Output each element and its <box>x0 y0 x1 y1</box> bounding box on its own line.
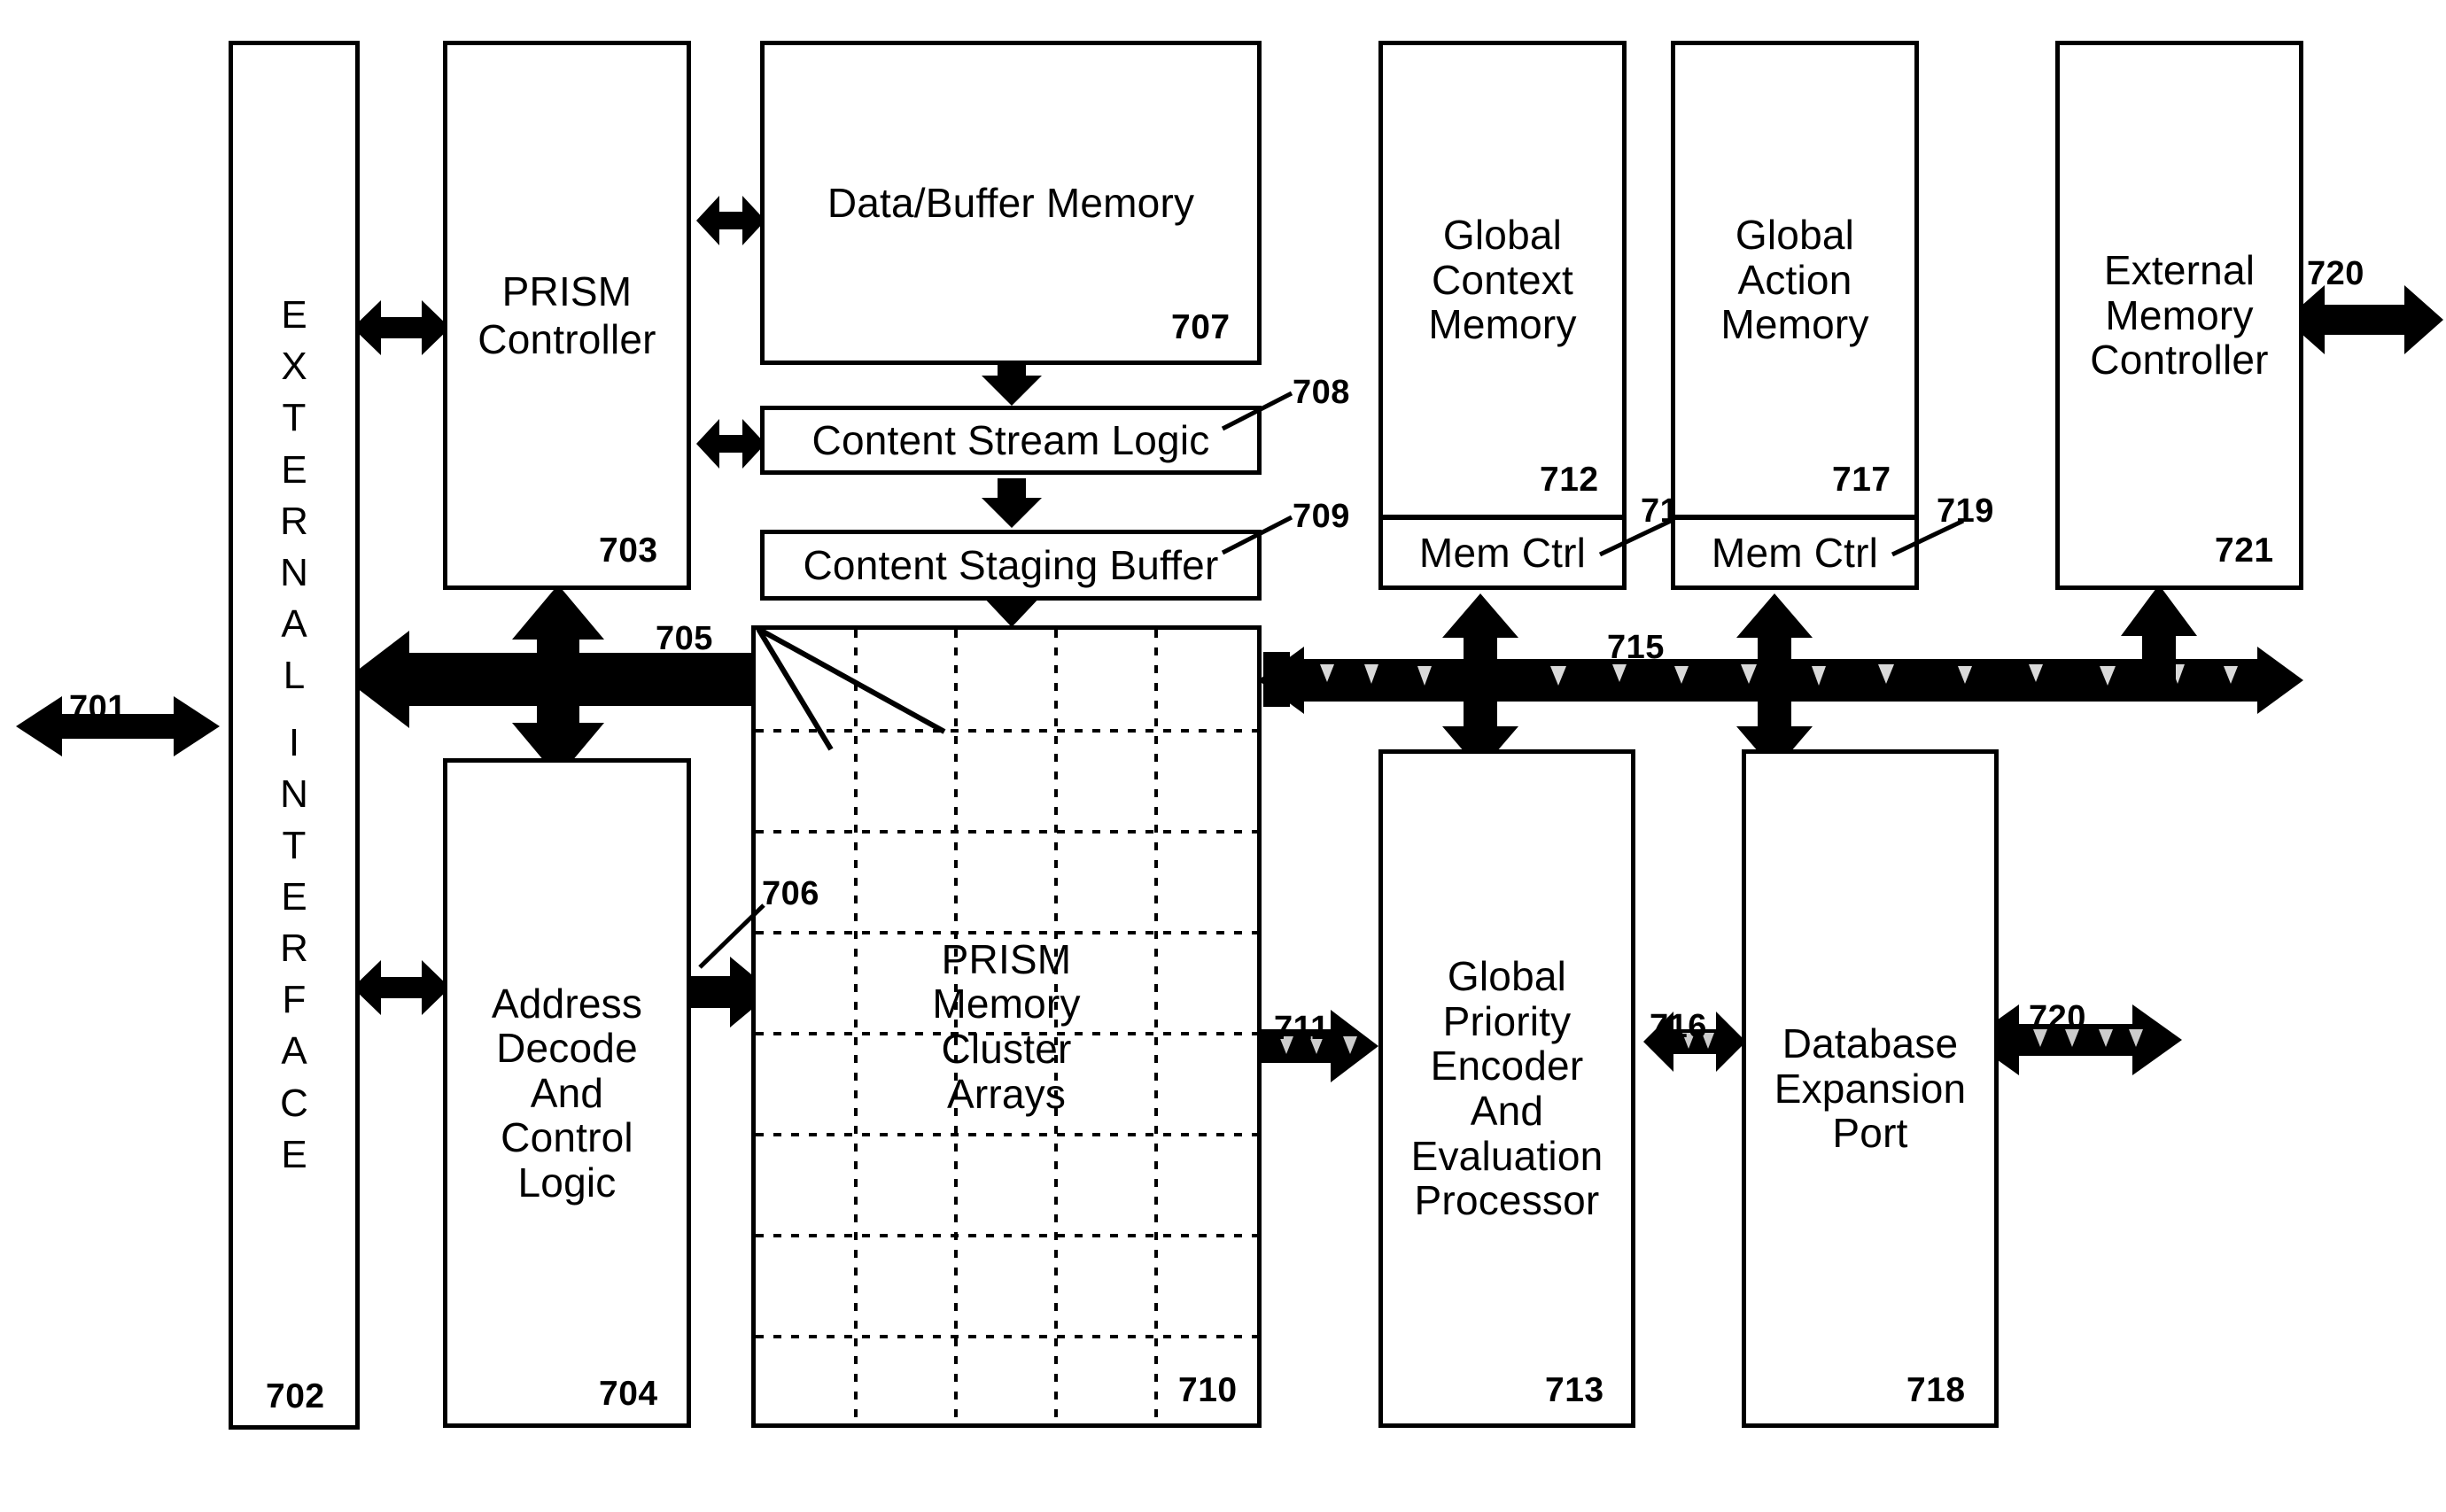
refnum-715: 715 <box>1607 629 1665 666</box>
block-global-context-memory[interactable]: Global Context Memory <box>1378 41 1627 519</box>
prism-memory-cluster-label: PRISM Memory Cluster Arrays <box>932 935 1081 1117</box>
block-global-action-mem-ctrl[interactable]: Mem Ctrl <box>1671 516 1919 590</box>
refnum-705: 705 <box>656 620 713 657</box>
arrow-bus-to-extmemctrl <box>2121 585 2197 682</box>
arrow-bus-to-action-memctrl <box>1736 593 1813 771</box>
block-global-action-memory[interactable]: Global Action Memory <box>1671 41 1919 519</box>
refnum-701: 701 <box>69 689 127 726</box>
arrow-extif-addrdecode <box>353 957 450 1019</box>
block-global-priority-encoder[interactable]: Global Priority Encoder And Evaluation P… <box>1378 749 1635 1428</box>
refnum-721: 721 <box>2215 531 2274 570</box>
refnum-708: 708 <box>1293 374 1350 411</box>
arrow-contentstream-stagingbuffer <box>978 478 1045 528</box>
refnum-711: 711 <box>1274 1010 1330 1047</box>
content-staging-buffer-label: Content Staging Buffer <box>803 541 1219 588</box>
refnum-703: 703 <box>599 531 658 570</box>
refnum-713: 713 <box>1545 1371 1604 1409</box>
refnum-702: 702 <box>266 1377 325 1415</box>
global-priority-encoder-label: Global Priority Encoder And Evaluation P… <box>1410 953 1603 1224</box>
refnum-719: 719 <box>1937 492 1994 530</box>
arrow-bus-to-context-memctrl <box>1442 593 1518 771</box>
block-content-stream-logic[interactable]: Content Stream Logic <box>760 406 1262 475</box>
block-content-staging-buffer[interactable]: Content Staging Buffer <box>760 530 1262 601</box>
refnum-717: 717 <box>1832 461 1891 499</box>
refnum-707: 707 <box>1171 308 1231 346</box>
block-external-interface[interactable]: EXTERNAL INTERFACE <box>229 41 360 1430</box>
prism-controller-label: PRISM Controller <box>478 268 656 362</box>
arrow-prismctrl-databuffer <box>696 193 765 248</box>
refnum-716: 716 <box>1650 1008 1707 1045</box>
block-external-memory-controller[interactable]: External Memory Controller <box>2055 41 2303 590</box>
block-prism-memory-cluster-arrays[interactable]: PRISM Memory Cluster Arrays <box>751 625 1262 1428</box>
refnum-720-upper: 720 <box>2307 255 2364 292</box>
arrow-extmemctrl-external-720 <box>2286 283 2443 356</box>
arrow-prismctrl-contentstream <box>696 416 765 471</box>
bus-internal-705-vertical <box>512 585 604 778</box>
refnum-706: 706 <box>762 875 819 912</box>
external-memory-controller-label: External Memory Controller <box>2090 247 2269 384</box>
block-prism-controller[interactable]: PRISM Controller <box>443 41 691 590</box>
refnum-704: 704 <box>599 1375 658 1413</box>
refnum-710: 710 <box>1178 1371 1238 1409</box>
block-address-decode-control-logic[interactable]: Address Decode And Control Logic <box>443 758 691 1428</box>
global-context-mem-ctrl-label: Mem Ctrl <box>1418 529 1587 576</box>
refnum-709: 709 <box>1293 498 1350 535</box>
external-interface-label: EXTERNAL INTERFACE <box>280 293 308 1176</box>
block-database-expansion-port[interactable]: Database Expansion Port <box>1742 749 1999 1428</box>
content-stream-logic-label: Content Stream Logic <box>811 416 1210 463</box>
database-expansion-port-label: Database Expansion Port <box>1774 1020 1967 1157</box>
global-action-mem-ctrl-label: Mem Ctrl <box>1711 529 1879 576</box>
refnum-718: 718 <box>1906 1371 1966 1409</box>
block-global-context-mem-ctrl[interactable]: Mem Ctrl <box>1378 516 1627 590</box>
global-action-memory-label: Global Action Memory <box>1720 212 1869 348</box>
data-buffer-memory-label: Data/Buffer Memory <box>827 179 1195 226</box>
patent-figure-canvas: EXTERNAL INTERFACE 702 PRISM Controller … <box>0 0 2446 1512</box>
refnum-712: 712 <box>1540 461 1599 499</box>
address-decode-label: Address Decode And Control Logic <box>491 980 643 1206</box>
refnum-720-lower: 720 <box>2029 999 2086 1036</box>
arrow-extif-prismctrl <box>353 297 450 359</box>
global-context-memory-label: Global Context Memory <box>1428 212 1577 348</box>
